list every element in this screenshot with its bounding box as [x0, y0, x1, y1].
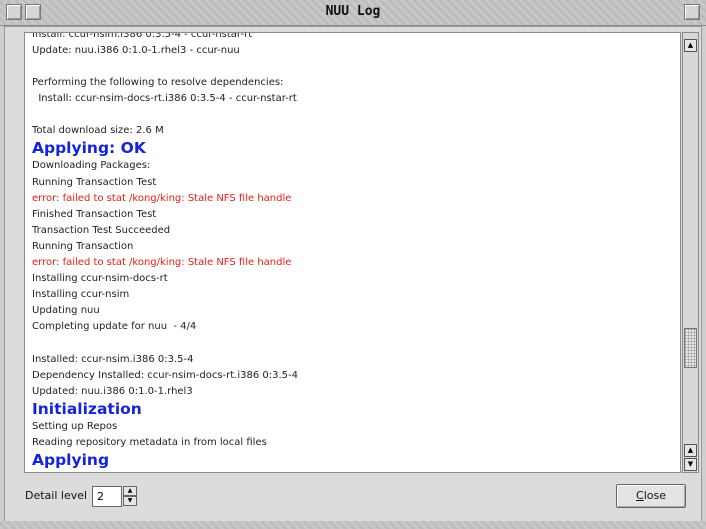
log-heading: Applying — [32, 450, 110, 469]
triangle-up-icon: ▲ — [687, 446, 694, 454]
close-button[interactable]: Close — [616, 484, 686, 508]
log-line: Transaction Test Succeeded — [32, 224, 171, 236]
bottom-bar: Detail level 2 ▲ ▼ Close — [4, 475, 702, 521]
maximize-button[interactable] — [684, 4, 700, 20]
scroll-up-button-lower[interactable]: ▲ — [684, 444, 697, 457]
scroll-down-button[interactable]: ▼ — [684, 458, 697, 471]
detail-level-spinner[interactable]: ▲ ▼ — [123, 486, 137, 507]
window-bottom-edge — [0, 521, 706, 529]
close-button-accesskey: C — [636, 489, 644, 502]
log-line: Updating nuu — [32, 305, 100, 317]
triangle-down-icon: ▼ — [127, 497, 133, 504]
log-line: Installing ccur-nsim — [32, 289, 130, 301]
log-line: Setting up Repos — [32, 420, 118, 432]
log-line: Finished Transaction Test — [32, 208, 157, 220]
log-error-line: error: failed to stat /kong/king: Stale … — [32, 257, 292, 269]
triangle-up-icon: ▲ — [687, 41, 694, 49]
triangle-up-icon: ▲ — [127, 487, 133, 494]
scroll-up-button[interactable]: ▲ — [684, 39, 697, 52]
log-error-line: error: failed to stat /kong/king: Stale … — [32, 192, 292, 204]
log-text-area[interactable]: Install: ccur-nsim.i386 0:3.5-4 - ccur-n… — [24, 32, 681, 473]
log-line: Total download size: 2.6 M — [32, 125, 164, 137]
log-scrollbar[interactable]: ▲ ▲ ▼ — [682, 32, 699, 473]
log-line: Installing ccur-nsim-docs-rt — [32, 273, 168, 285]
log-heading: Applying: OK — [32, 139, 146, 158]
log-line: Performing the following to resolve depe… — [32, 77, 284, 89]
log-line: Running Transaction Test — [32, 176, 157, 188]
log-line: Installed: ccur-nsim.i386 0:3.5-4 — [32, 353, 194, 365]
spin-up-button[interactable]: ▲ — [123, 486, 137, 496]
log-line: Completing update for nuu - 4/4 — [32, 321, 197, 333]
detail-level-label: Detail level — [25, 489, 88, 502]
log-line: Downloading Packages: — [32, 160, 151, 172]
log-line: Dependency Installed: ccur-nsim-docs-rt.… — [32, 369, 299, 381]
spin-down-button[interactable]: ▼ — [123, 496, 137, 506]
scrollbar-thumb[interactable] — [684, 328, 697, 369]
log-content: Install: ccur-nsim.i386 0:3.5-4 - ccur-n… — [32, 32, 680, 470]
close-button-label: lose — [643, 489, 666, 502]
log-line: Install: ccur-nsim-docs-rt.i386 0:3.5-4 … — [32, 93, 297, 105]
window-title: NUU Log — [325, 4, 381, 19]
log-line: Install: ccur-nsim.i386 0:3.5-4 - ccur-n… — [32, 32, 253, 40]
detail-level-input[interactable]: 2 — [92, 486, 122, 507]
log-line: Running Transaction — [32, 240, 134, 252]
triangle-down-icon: ▼ — [687, 460, 694, 468]
log-heading: Initialization — [32, 399, 142, 418]
log-line: Update: nuu.i386 0:1.0-1.rhel3 - ccur-nu… — [32, 45, 240, 57]
window-titlebar[interactable]: NUU Log — [0, 0, 706, 26]
log-line: Updated: nuu.i386 0:1.0-1.rhel3 — [32, 385, 193, 397]
log-line: Reading repository metadata in from loca… — [32, 436, 267, 448]
